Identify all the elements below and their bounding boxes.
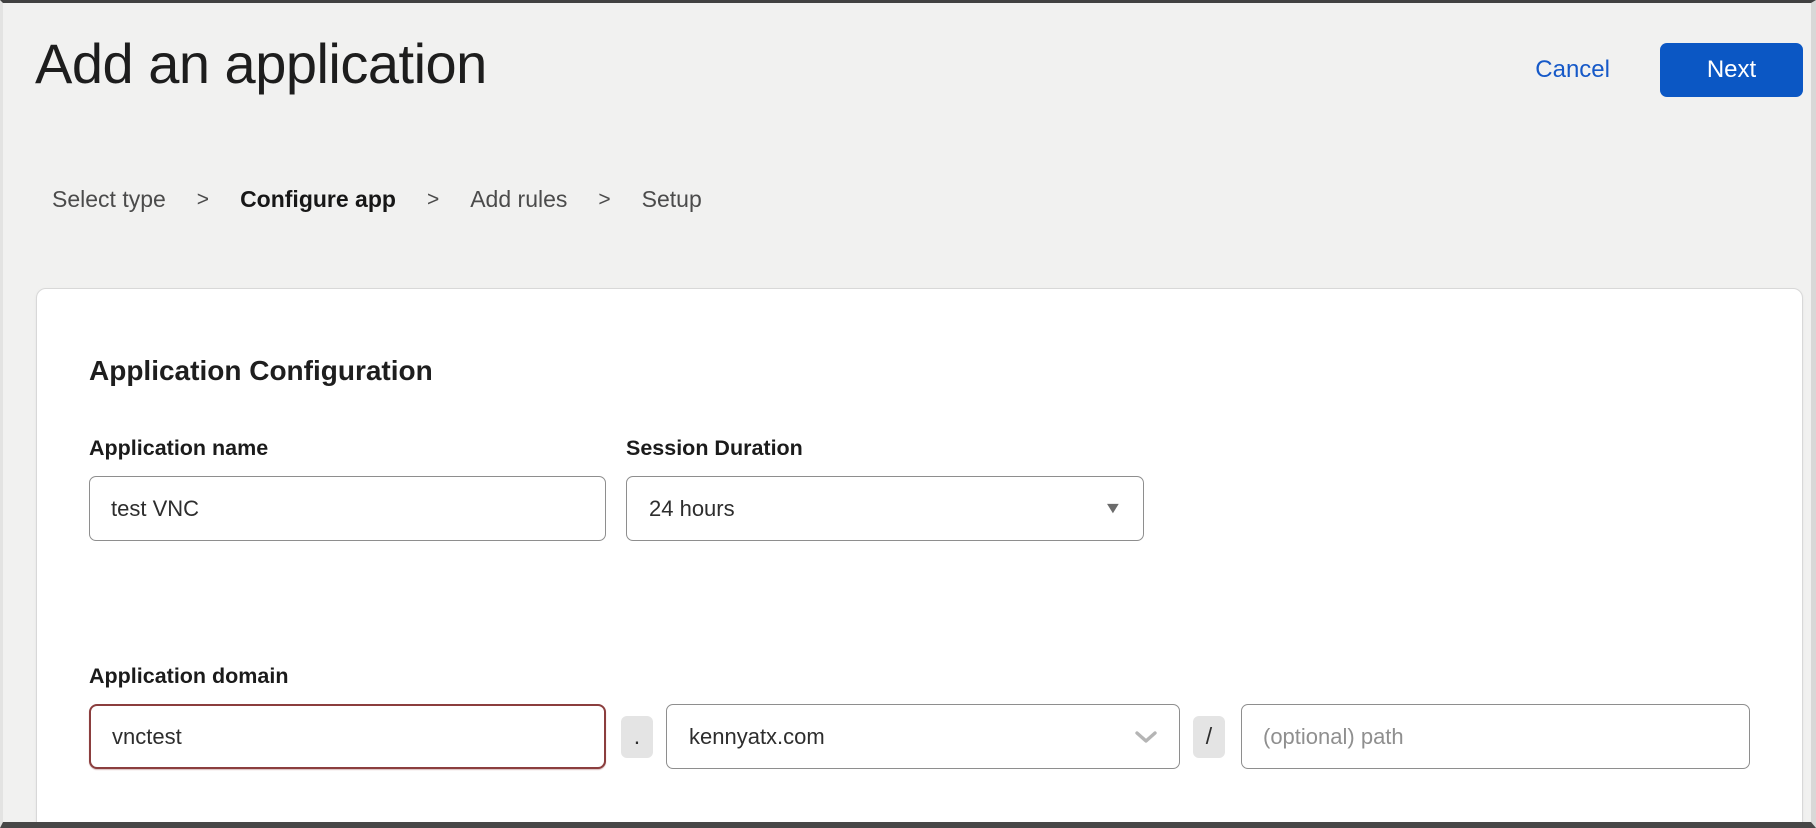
application-domain-row: . kennyatx.com /: [89, 704, 1750, 769]
application-name-label: Application name: [89, 436, 606, 460]
next-button[interactable]: Next: [1660, 43, 1803, 97]
section-title: Application Configuration: [89, 355, 1750, 387]
application-name-input[interactable]: [89, 476, 606, 541]
page-title: Add an application: [35, 36, 487, 92]
application-domain-label: Application domain: [89, 664, 1750, 688]
add-application-page: Add an application Cancel Next Select ty…: [0, 0, 1816, 828]
domain-select[interactable]: kennyatx.com: [666, 704, 1180, 769]
slash-separator: /: [1193, 716, 1225, 758]
breadcrumb-separator-icon: >: [598, 188, 610, 212]
chevron-down-icon: [1135, 730, 1157, 744]
breadcrumb: Select type > Configure app > Add rules …: [52, 186, 702, 213]
session-duration-value: 24 hours: [649, 496, 1105, 522]
session-duration-field-group: Session Duration 24 hours ▼: [626, 436, 1144, 541]
breadcrumb-step-setup[interactable]: Setup: [642, 186, 702, 213]
breadcrumb-separator-icon: >: [197, 188, 209, 212]
session-duration-select[interactable]: 24 hours ▼: [626, 476, 1144, 541]
dot-separator: .: [621, 716, 653, 758]
application-configuration-card: Application Configuration Application na…: [36, 288, 1803, 828]
session-duration-label: Session Duration: [626, 436, 1144, 460]
caret-down-icon: ▼: [1103, 501, 1123, 517]
breadcrumb-separator-icon: >: [427, 188, 439, 212]
header-actions: Cancel Next: [1535, 43, 1803, 97]
path-field-wrap: [1241, 704, 1750, 769]
name-session-row: Application name Session Duration 24 hou…: [89, 436, 1750, 541]
subdomain-field-wrap: [89, 704, 606, 769]
breadcrumb-step-add-rules[interactable]: Add rules: [470, 186, 567, 213]
application-domain-section: Application domain . kennyatx.com /: [89, 664, 1750, 769]
subdomain-input[interactable]: [89, 704, 606, 769]
breadcrumb-step-select-type[interactable]: Select type: [52, 186, 166, 213]
path-input[interactable]: [1241, 704, 1750, 769]
cancel-button[interactable]: Cancel: [1535, 56, 1610, 84]
domain-select-value: kennyatx.com: [689, 724, 1135, 750]
application-name-field-group: Application name: [89, 436, 606, 541]
breadcrumb-step-configure-app[interactable]: Configure app: [240, 186, 396, 213]
